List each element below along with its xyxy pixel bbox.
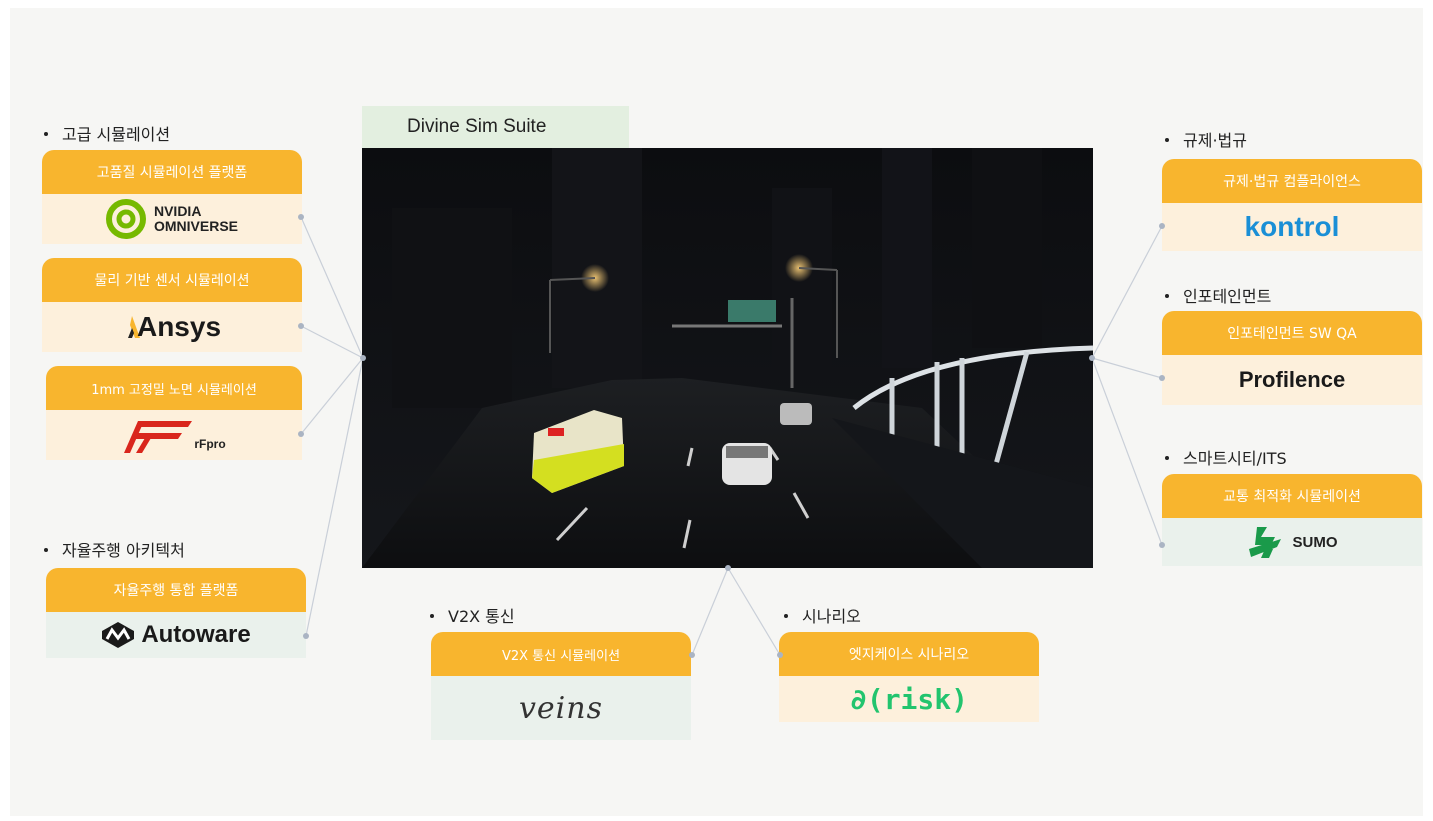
connector-dot [689, 652, 695, 658]
card-logo-area: NVIDIA OMNIVERSE [42, 194, 302, 244]
sumo-wordmark: SUMO [1292, 533, 1338, 551]
bullet-dot [784, 613, 788, 618]
card-veins: V2X 통신 시뮬레이션 veins [431, 632, 691, 740]
connector-dot [1159, 223, 1165, 229]
card-header: 규제·법규 컴플라이언스 [1162, 159, 1422, 203]
card-header: 교통 최적화 시뮬레이션 [1162, 474, 1422, 518]
card-kontrol: 규제·법규 컴플라이언스 kontrol [1162, 159, 1422, 251]
connector-dot [298, 323, 304, 329]
card-header: 물리 기반 센서 시뮬레이션 [42, 258, 302, 302]
drisk-icon: ∂(risk) [849, 682, 968, 716]
autoware-wordmark: Autoware [141, 621, 251, 648]
connector-dot [777, 652, 783, 658]
connector-dot [1089, 355, 1095, 361]
night-driving-scene-image [362, 148, 1093, 568]
card-profilence: 인포테인먼트 SW QA Profilence [1162, 311, 1422, 405]
card-header: 인포테인먼트 SW QA [1162, 311, 1422, 355]
card-logo-area: Autoware [46, 612, 306, 658]
ansys-wordmark: Ansys [136, 311, 222, 342]
section-title-smartcity: 스마트시티/ITS [1165, 445, 1287, 469]
omniverse-line-1: NVIDIA [153, 203, 202, 219]
bullet-dot [44, 547, 48, 552]
card-logo-area: Ansys [42, 302, 302, 352]
connector-dot [1159, 542, 1165, 548]
card-header: V2X 통신 시뮬레이션 [431, 632, 691, 676]
rfpro-logo: rFpro [122, 415, 226, 455]
bullet-dot [44, 131, 48, 136]
card-autoware: 자율주행 통합 플랫폼 Autoware [46, 568, 306, 658]
bullet-dot [1165, 455, 1169, 460]
ansys-logo: Ansys [123, 311, 221, 343]
bullet-dot [1165, 293, 1169, 298]
card-omniverse: 고품질 시뮬레이션 플랫폼 NVIDIA OMNIVERSE [42, 150, 302, 244]
card-logo-area: SUMO [1162, 518, 1422, 566]
connector-dot [303, 633, 309, 639]
section-title-infotainment: 인포테인먼트 [1165, 283, 1271, 307]
card-sumo: 교통 최적화 시뮬레이션 SUMO [1162, 474, 1422, 566]
card-header: 엣지케이스 시나리오 [779, 632, 1039, 676]
connector-dot [298, 431, 304, 437]
card-logo-area: rFpro [46, 410, 302, 460]
card-logo-area: ∂(risk) [779, 676, 1039, 722]
card-logo-area: veins [431, 676, 691, 740]
sumo-logo: SUMO [1247, 525, 1338, 559]
bullet-dot [430, 613, 434, 618]
veins-icon: veins [518, 690, 603, 726]
suite-title-tab: Divine Sim Suite [362, 106, 629, 148]
card-logo-area: Profilence [1162, 355, 1422, 405]
connector-dot [1159, 375, 1165, 381]
kontrol-icon: kontrol [1244, 211, 1340, 242]
bullet-dot [1165, 137, 1169, 142]
omniverse-icon [105, 199, 146, 239]
autoware-icon [102, 622, 135, 648]
connector-dot [725, 565, 731, 571]
card-header: 자율주행 통합 플랫폼 [46, 568, 306, 612]
connector-dot [298, 214, 304, 220]
section-title-v2x: V2X 통신 [430, 603, 515, 627]
section-title-scenario: 시나리오 [784, 603, 861, 627]
autoware-logo: Autoware [101, 621, 251, 649]
profilence-icon: Profilence [1238, 367, 1346, 392]
card-ansys: 물리 기반 센서 시뮬레이션 Ansys [42, 258, 302, 352]
connector-dot [360, 355, 366, 361]
section-title-regulation: 규제·법규 [1165, 127, 1247, 151]
omniverse-line-2: OMNIVERSE [153, 218, 238, 234]
card-header: 고품질 시뮬레이션 플랫폼 [42, 150, 302, 194]
omniverse-logo: NVIDIA OMNIVERSE [105, 199, 238, 239]
card-header: 1mm 고정밀 노면 시뮬레이션 [46, 366, 302, 410]
section-title-autonomy: 자율주행 아키텍처 [44, 537, 185, 561]
card-drisk: 엣지케이스 시나리오 ∂(risk) [779, 632, 1039, 722]
card-logo-area: kontrol [1162, 203, 1422, 251]
sumo-icon [1248, 527, 1281, 558]
card-rfpro: 1mm 고정밀 노면 시뮬레이션 rFpro [46, 366, 302, 460]
rfpro-icon [124, 421, 193, 453]
section-title-advanced-sim: 고급 시뮬레이션 [44, 121, 170, 145]
rfpro-wordmark: rFpro [194, 437, 226, 451]
